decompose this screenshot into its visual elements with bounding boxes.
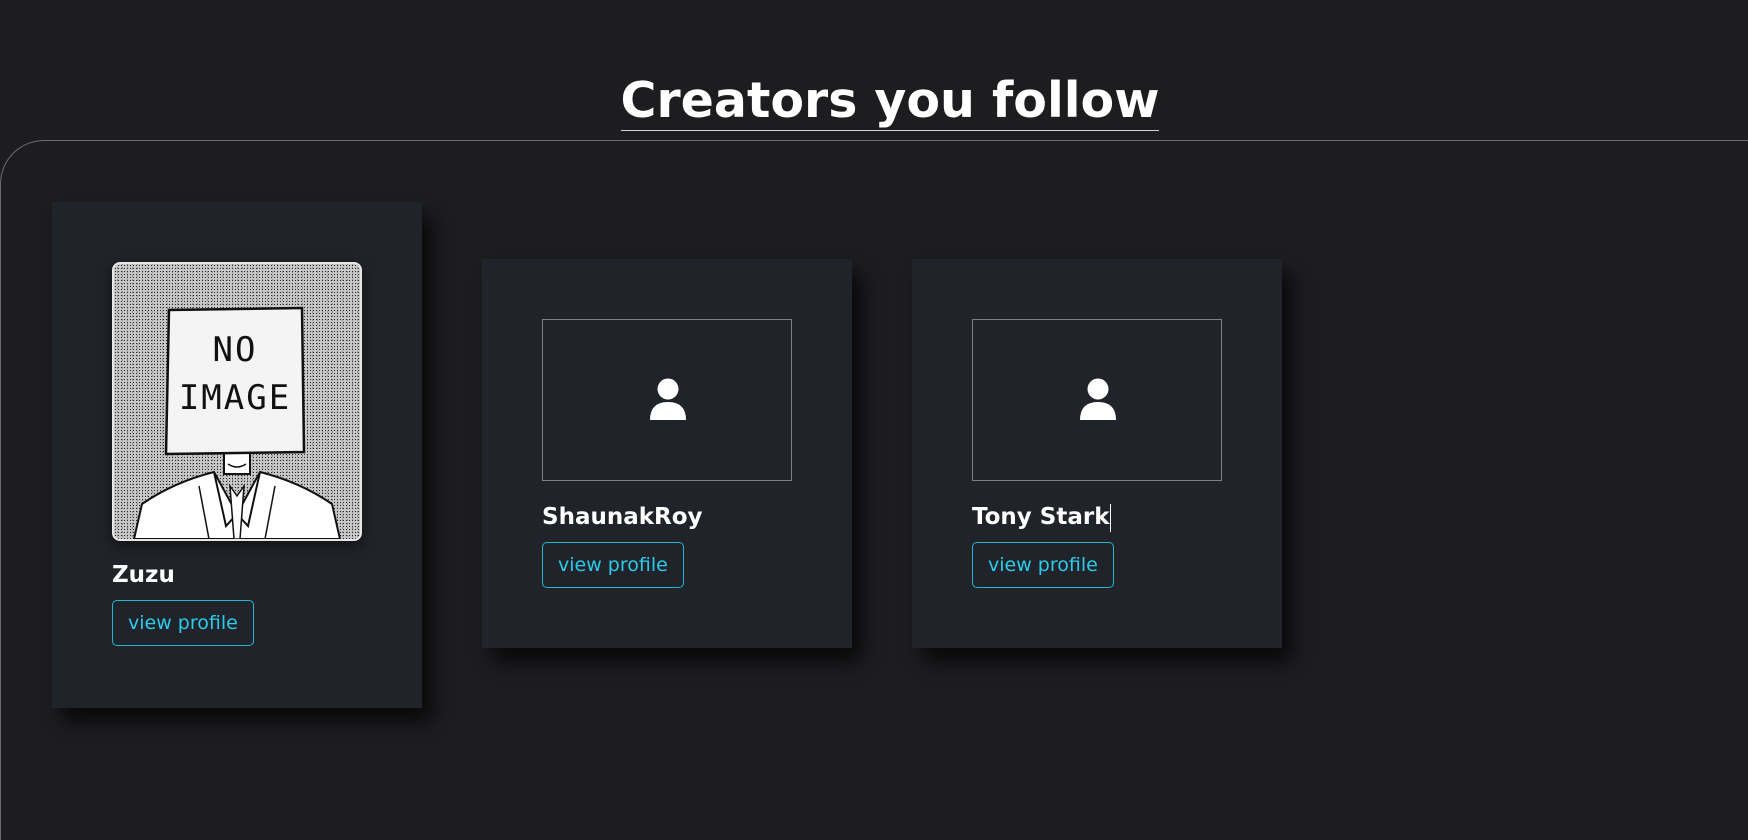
creator-name: Zuzu xyxy=(112,562,175,588)
view-profile-button[interactable]: view profile xyxy=(972,542,1114,588)
creator-avatar-placeholder xyxy=(542,319,792,481)
creator-avatar-image: NO IMAGE xyxy=(112,262,362,541)
page-title: Creators you follow xyxy=(0,66,1748,136)
creator-name: Tony Stark xyxy=(972,504,1110,530)
page-title-text: Creators you follow xyxy=(620,72,1160,131)
view-profile-button[interactable]: view profile xyxy=(542,542,684,588)
view-profile-button[interactable]: view profile xyxy=(112,600,254,646)
creator-avatar-placeholder xyxy=(972,319,1222,481)
creator-name: ShaunakRoy xyxy=(542,504,703,530)
person-icon xyxy=(650,378,686,420)
creator-card: ShaunakRoy view profile xyxy=(482,259,852,648)
creator-name-row: Tony Stark xyxy=(972,502,1111,532)
creator-card: Tony Stark view profile xyxy=(912,259,1282,648)
person-icon xyxy=(1080,378,1116,420)
creator-card: NO IMAGE Zuzu view profile xyxy=(52,202,422,708)
no-image-label: NO IMAGE xyxy=(178,330,292,418)
text-cursor xyxy=(1109,503,1111,532)
